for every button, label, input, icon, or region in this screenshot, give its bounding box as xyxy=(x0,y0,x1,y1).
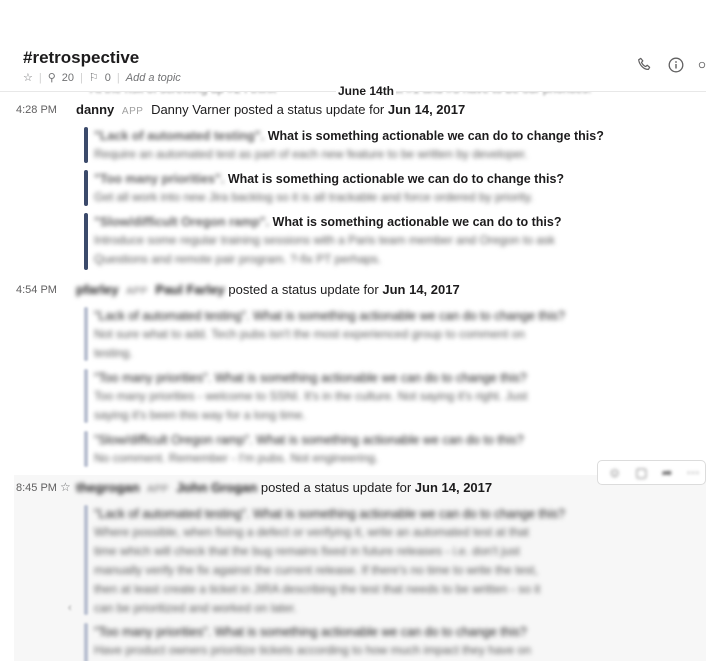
gear-icon[interactable] xyxy=(698,56,706,73)
timestamp[interactable]: 8:45 PM xyxy=(16,482,57,494)
attachment-bar xyxy=(84,213,88,270)
timestamp[interactable]: 4:28 PM xyxy=(16,104,57,116)
channel-meta: ☆ | ⚲ 20 | ⚐ 0 | Add a topic xyxy=(23,71,181,85)
attachment-question: "Too many priorities". What is something… xyxy=(94,371,527,385)
header-actions xyxy=(636,56,706,73)
attachment-answer: testing. xyxy=(94,346,133,360)
attachment-answer: Where possible, when fixing a defect or … xyxy=(94,525,529,539)
attachment-answer: Get all work into new Jira backlog so it… xyxy=(94,190,534,204)
username[interactable]: pfarley xyxy=(76,282,119,297)
question-lead: "Lack of automated testing". xyxy=(94,129,265,143)
attachment: "Too many priorities". What is something… xyxy=(84,170,614,206)
divider: | xyxy=(116,71,120,84)
app-badge: APP xyxy=(126,286,148,297)
add-topic-link[interactable]: Add a topic xyxy=(126,72,181,84)
message-header: thegrogan APP John Grogan posted a statu… xyxy=(76,480,492,495)
attachment-bar xyxy=(84,623,88,661)
attachment-answer: Not sure what to add. Tech pubs isn't th… xyxy=(94,327,525,341)
message-actions: ☺ ▢ ➦ ⋯ xyxy=(597,460,706,485)
star-icon[interactable]: ☆ xyxy=(60,480,71,494)
attachment-question: "Too many priorities". What is something… xyxy=(94,625,527,639)
attachment: "Lack of automated testing". What is som… xyxy=(84,307,614,361)
username[interactable]: danny xyxy=(76,102,114,117)
attachment-bar xyxy=(84,431,88,467)
reaction-icon[interactable]: ☺ xyxy=(608,465,621,480)
action-text: posted a status update for xyxy=(260,480,412,495)
attachment-bar xyxy=(84,307,88,361)
attachment-answer: Questions and remote pair program. ?-fix… xyxy=(94,252,382,266)
attachment-question: "Too many priorities". What is something… xyxy=(94,170,614,188)
username[interactable]: thegrogan xyxy=(76,480,140,495)
channel-name[interactable]: #retrospective xyxy=(23,48,139,68)
full-name[interactable]: Danny Varner xyxy=(151,102,230,117)
message-header: danny APP Danny Varner posted a status u… xyxy=(76,102,465,117)
action-text: posted a status update for xyxy=(228,282,379,297)
attachment-answer: Have product owners prioritize tickets a… xyxy=(94,643,531,657)
attachment-question: "Lack of automated testing". What is som… xyxy=(94,309,565,323)
more-icon[interactable]: ⋯ xyxy=(686,465,699,481)
attachment-answer: time which will check that the bug remai… xyxy=(94,544,520,558)
date-divider[interactable]: June 14th xyxy=(336,84,397,98)
attachment-answer: manually verify the fix against the curr… xyxy=(94,563,538,577)
attachment-answer: saying it's been this way for a long tim… xyxy=(94,408,306,422)
phone-icon[interactable] xyxy=(636,56,653,73)
attachment-answer: Require an automated test as part of eac… xyxy=(94,147,528,161)
attachment-answer: No comment. Remember - I'm pubs. Not eng… xyxy=(94,451,379,465)
message-header: pfarley APP Paul Farley posted a status … xyxy=(76,282,460,297)
attachment-question: "Slow/difficult Oregon ramp". What is so… xyxy=(94,433,524,447)
attachment: "Lack of automated testing". What is som… xyxy=(84,127,614,163)
attachment-bar xyxy=(84,127,88,163)
timestamp[interactable]: 4:54 PM xyxy=(16,284,57,296)
attachment: "Slow/difficult Oregon ramp". What is so… xyxy=(84,213,614,270)
attachment-answer: Too many priorities - welcome to SSNI. I… xyxy=(94,389,528,403)
channel-header: #retrospective ☆ | ⚲ 20 | ⚐ 0 | Add a to… xyxy=(0,0,706,92)
action-text: posted a status update for xyxy=(233,102,385,117)
attachment: "Lack of automated testing". What is som… xyxy=(84,505,614,615)
star-icon[interactable]: ☆ xyxy=(23,71,33,84)
question-text: What is something actionable we can do t… xyxy=(272,215,562,229)
attachment-bar xyxy=(84,170,88,206)
attachment-answer: Introduce some regular training sessions… xyxy=(94,233,555,247)
cursor-icon: ‹ xyxy=(68,602,72,614)
comment-icon[interactable]: ▢ xyxy=(635,465,647,481)
question-lead: "Slow/difficult Oregon ramp". xyxy=(94,215,270,229)
pin-icon[interactable]: ⚐ xyxy=(89,71,99,84)
question-text: What is something actionable we can do t… xyxy=(267,129,604,143)
attachment-question: "Lack of automated testing". What is som… xyxy=(94,507,565,521)
member-icon[interactable]: ⚲ xyxy=(48,71,56,84)
question-text: What is something actionable we can do t… xyxy=(227,172,565,186)
attachment: "Slow/difficult Oregon ramp". What is so… xyxy=(84,431,614,467)
question-lead: "Too many priorities". xyxy=(94,172,225,186)
divider: | xyxy=(38,71,42,84)
app-badge: APP xyxy=(121,106,144,117)
divider: | xyxy=(80,71,83,84)
pin-count[interactable]: 0 xyxy=(105,72,111,84)
attachment: "Too many priorities". What is something… xyxy=(84,623,614,661)
app-badge: APP xyxy=(147,484,169,495)
attachment-question: "Slow/difficult Oregon ramp". What is so… xyxy=(94,213,614,231)
full-name[interactable]: John Grogan xyxy=(176,480,257,495)
status-date: Jun 14, 2017 xyxy=(382,282,460,297)
member-count[interactable]: 20 xyxy=(62,72,74,84)
attachment-bar xyxy=(84,505,88,615)
full-name[interactable]: Paul Farley xyxy=(155,282,224,297)
attachment-bar xyxy=(84,369,88,423)
message-feed[interactable]: 4:28 PM danny APP Danny Varner posted a … xyxy=(0,92,706,661)
attachment-question: "Lack of automated testing". What is som… xyxy=(94,127,614,145)
status-date: Jun 14, 2017 xyxy=(414,480,493,495)
share-icon[interactable]: ➦ xyxy=(662,465,673,481)
attachment: "Too many priorities". What is something… xyxy=(84,369,614,423)
attachment-answer: can be prioritized and worked on later. xyxy=(94,601,297,615)
attachment-answer: then at least create a ticket in JIRA de… xyxy=(94,582,541,596)
status-date: Jun 14, 2017 xyxy=(387,102,466,117)
info-icon[interactable] xyxy=(667,56,684,73)
